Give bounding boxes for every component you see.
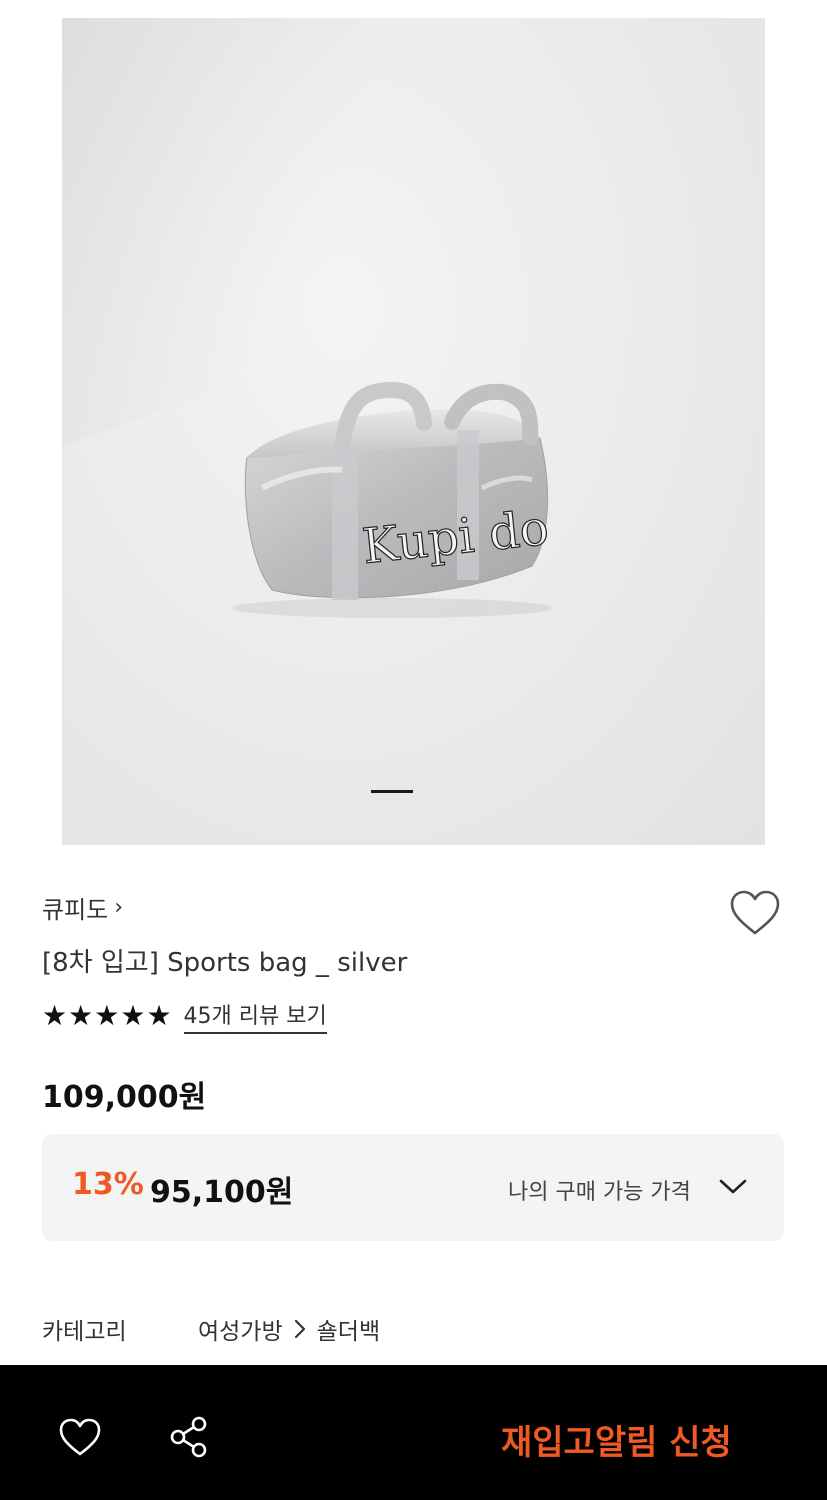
star-icon: ★ bbox=[68, 999, 94, 1032]
category-breadcrumb: 여성가방 숄더백 bbox=[198, 1312, 380, 1346]
available-price-label: 나의 구매 가능 가격 bbox=[508, 1180, 691, 1205]
discount-price: 95,100원 bbox=[150, 1175, 294, 1210]
chevron-right-icon: › bbox=[114, 895, 124, 920]
share-icon[interactable] bbox=[168, 1415, 210, 1459]
star-rating: ★ ★ ★ ★ ★ bbox=[42, 1001, 172, 1031]
star-icon: ★ bbox=[94, 999, 120, 1032]
wishlist-button[interactable] bbox=[729, 889, 781, 937]
bottom-action-bar: 재입고알림 신청 bbox=[0, 1365, 827, 1500]
category-level-1[interactable]: 여성가방 bbox=[198, 1312, 283, 1346]
restock-alert-button[interactable]: 재입고알림 신청 bbox=[501, 1415, 732, 1464]
carousel-indicator bbox=[371, 790, 413, 793]
original-price: 109,000원 bbox=[42, 1080, 207, 1115]
sports-bag-illustration: Kupi do bbox=[232, 381, 552, 618]
discount-rate: 13% bbox=[72, 1167, 144, 1202]
category-label: 카테고리 bbox=[42, 1319, 127, 1345]
brand-link[interactable]: 큐피도 › bbox=[42, 890, 123, 925]
member-price-box[interactable]: 13% 95,100원 나의 구매 가능 가격 bbox=[42, 1134, 784, 1241]
category-level-2[interactable]: 숄더백 bbox=[317, 1312, 380, 1346]
brand-name: 큐피도 bbox=[42, 896, 109, 924]
product-title: [8차 입고] Sports bag _ silver bbox=[42, 948, 408, 978]
chevron-right-icon bbox=[294, 1319, 305, 1339]
product-image[interactable]: Kupi do bbox=[62, 18, 765, 845]
star-icon: ★ bbox=[42, 999, 68, 1032]
review-link[interactable]: 45개 리뷰 보기 bbox=[183, 998, 327, 1034]
rating-row: ★ ★ ★ ★ ★ 45개 리뷰 보기 bbox=[42, 998, 327, 1034]
heart-outline-icon[interactable] bbox=[58, 1417, 102, 1457]
star-icon: ★ bbox=[146, 999, 172, 1032]
heart-outline-icon bbox=[730, 890, 780, 935]
star-icon: ★ bbox=[120, 999, 146, 1032]
chevron-down-icon[interactable] bbox=[718, 1176, 748, 1196]
